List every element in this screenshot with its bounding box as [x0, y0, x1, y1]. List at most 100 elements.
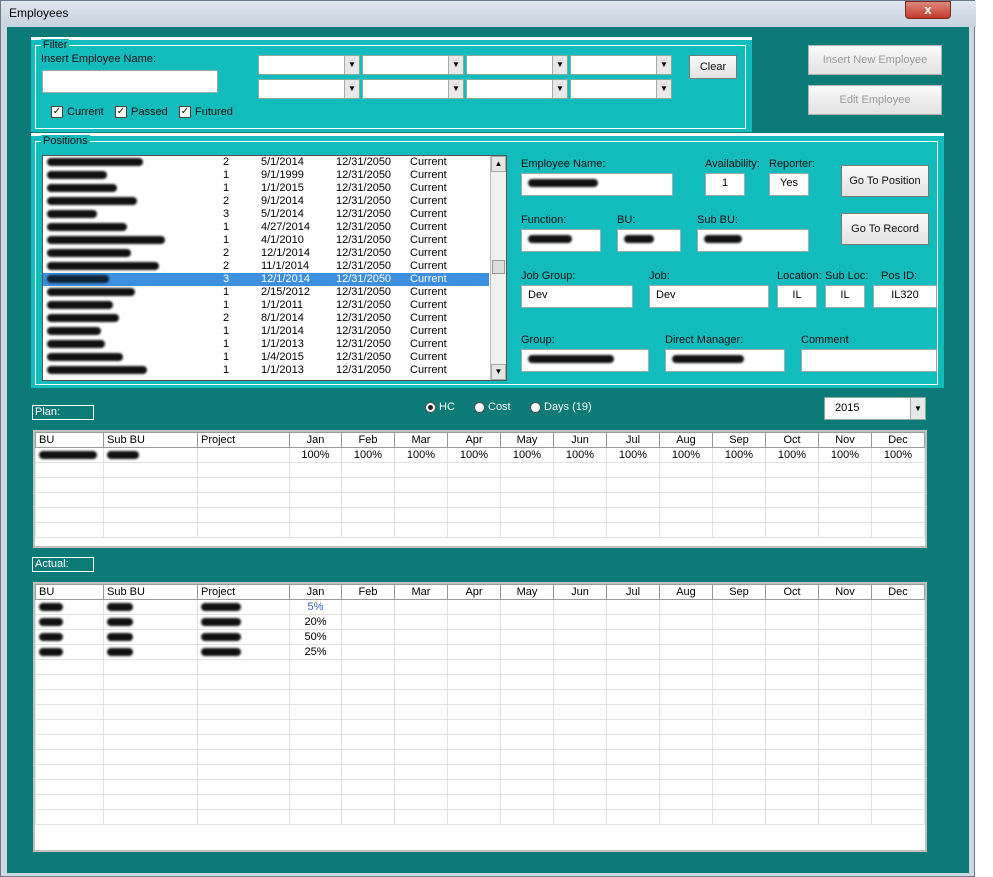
insert-new-employee-button[interactable]: Insert New Employee [808, 45, 942, 75]
filter-combo-8[interactable]: ▼ [570, 79, 672, 99]
table-cell[interactable] [818, 719, 872, 735]
table-cell[interactable] [197, 779, 290, 795]
column-header[interactable]: Jun [553, 584, 607, 600]
table-cell[interactable] [871, 522, 925, 538]
table-cell[interactable] [500, 764, 554, 780]
table-cell[interactable] [765, 719, 819, 735]
radio-icon[interactable] [530, 401, 541, 413]
table-cell[interactable] [553, 659, 607, 675]
table-cell[interactable] [553, 719, 607, 735]
table-cell[interactable] [659, 809, 713, 825]
table-cell[interactable] [553, 522, 607, 538]
column-header[interactable]: Jan [289, 432, 342, 448]
table-cell[interactable] [500, 477, 554, 493]
table-cell[interactable] [659, 779, 713, 795]
table-cell[interactable] [35, 644, 104, 660]
table-cell[interactable] [447, 644, 501, 660]
table-cell[interactable] [871, 462, 925, 478]
table-cell[interactable]: 5% [289, 599, 342, 615]
table-cell[interactable] [35, 794, 104, 810]
table-cell[interactable] [712, 689, 766, 705]
table-cell[interactable] [553, 764, 607, 780]
table-cell[interactable] [197, 492, 290, 508]
column-header[interactable]: Sub BU [103, 584, 198, 600]
table-cell[interactable] [500, 644, 554, 660]
chevron-down-icon[interactable]: ▼ [552, 56, 567, 74]
table-cell[interactable] [35, 599, 104, 615]
table-cell[interactable] [712, 749, 766, 765]
table-cell[interactable] [341, 462, 395, 478]
table-cell[interactable] [197, 719, 290, 735]
close-button[interactable]: x [905, 1, 951, 19]
table-cell[interactable] [606, 764, 660, 780]
table-cell[interactable] [818, 614, 872, 630]
pos-id-field[interactable]: IL320 [873, 285, 937, 308]
job-field[interactable]: Dev [649, 285, 769, 308]
table-cell[interactable] [289, 764, 342, 780]
table-cell[interactable] [447, 629, 501, 645]
table-cell[interactable] [659, 794, 713, 810]
reporter-field[interactable]: Yes [769, 173, 809, 196]
table-cell[interactable] [553, 599, 607, 615]
table-cell[interactable] [500, 779, 554, 795]
table-row[interactable] [35, 794, 925, 810]
table-cell[interactable]: 100% [871, 447, 925, 463]
table-row[interactable] [35, 749, 925, 765]
table-cell[interactable] [659, 734, 713, 750]
table-row[interactable]: 25% [35, 644, 925, 660]
table-cell[interactable] [394, 689, 448, 705]
table-cell[interactable] [197, 614, 290, 630]
table-cell[interactable] [606, 779, 660, 795]
column-header[interactable]: Aug [659, 432, 713, 448]
table-cell[interactable]: 100% [765, 447, 819, 463]
table-cell[interactable] [659, 599, 713, 615]
table-cell[interactable] [289, 794, 342, 810]
filter-combo-3[interactable]: ▼ [466, 55, 568, 75]
table-cell[interactable] [659, 764, 713, 780]
table-cell[interactable] [35, 689, 104, 705]
table-cell[interactable] [447, 704, 501, 720]
column-header[interactable]: Sub BU [103, 432, 198, 448]
table-cell[interactable] [289, 704, 342, 720]
job-group-field[interactable]: Dev [521, 285, 633, 308]
table-cell[interactable] [553, 779, 607, 795]
function-field[interactable] [521, 229, 601, 252]
table-cell[interactable] [659, 674, 713, 690]
days-radio[interactable]: Days (19) [530, 401, 592, 413]
table-cell[interactable] [500, 749, 554, 765]
column-header[interactable]: Nov [818, 432, 872, 448]
employee-name-filter-input[interactable] [42, 70, 218, 93]
table-cell[interactable] [712, 794, 766, 810]
table-cell[interactable] [606, 674, 660, 690]
table-cell[interactable]: 100% [394, 447, 448, 463]
table-cell[interactable] [871, 507, 925, 523]
table-cell[interactable] [197, 522, 290, 538]
table-cell[interactable] [553, 704, 607, 720]
table-cell[interactable] [765, 704, 819, 720]
table-cell[interactable] [871, 674, 925, 690]
table-cell[interactable] [197, 599, 290, 615]
table-cell[interactable] [394, 599, 448, 615]
filter-combo-2[interactable]: ▼ [362, 55, 464, 75]
table-cell[interactable] [871, 599, 925, 615]
column-header[interactable]: Dec [871, 432, 925, 448]
table-cell[interactable] [35, 779, 104, 795]
table-cell[interactable] [289, 674, 342, 690]
sub-loc-field[interactable]: IL [825, 285, 865, 308]
table-cell[interactable] [500, 492, 554, 508]
column-header[interactable]: Oct [765, 432, 819, 448]
table-cell[interactable] [871, 809, 925, 825]
table-cell[interactable] [659, 644, 713, 660]
table-cell[interactable] [341, 719, 395, 735]
table-row[interactable]: 5% [35, 599, 925, 615]
table-cell[interactable] [394, 779, 448, 795]
table-cell[interactable] [765, 749, 819, 765]
table-row[interactable] [35, 462, 925, 478]
table-cell[interactable] [818, 689, 872, 705]
table-cell[interactable] [103, 734, 198, 750]
column-header[interactable]: Jul [606, 584, 660, 600]
table-cell[interactable] [394, 522, 448, 538]
position-row[interactable]: 1 1/4/2015 12/31/2050 Current [43, 351, 489, 364]
table-cell[interactable] [341, 644, 395, 660]
table-cell[interactable] [818, 704, 872, 720]
